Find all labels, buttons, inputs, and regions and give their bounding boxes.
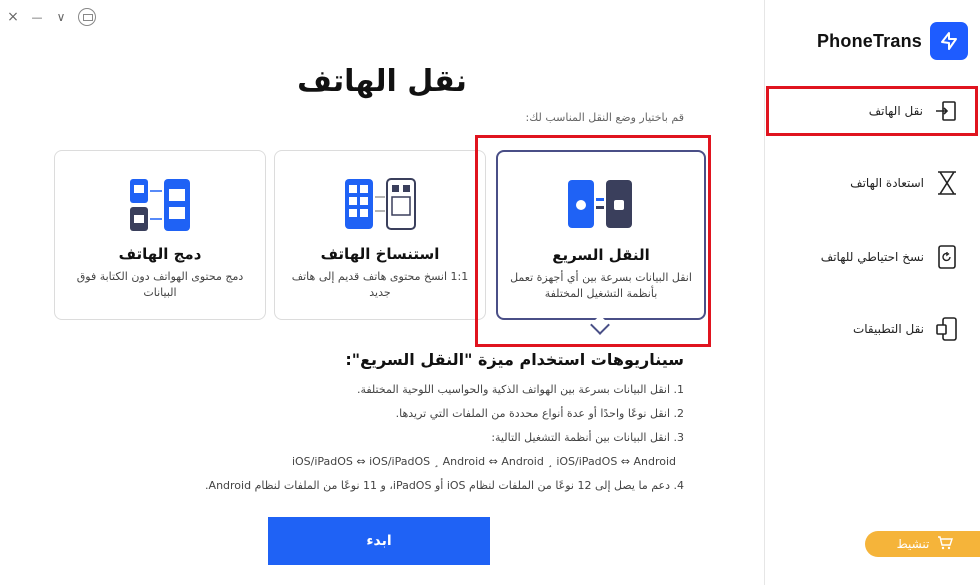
card-phone-clone[interactable]: استنساخ الهاتف 1:1 انسخ محتوى هاتف قديم … — [274, 150, 486, 320]
mode-cards: دمج الهاتف دمج محتوى الهواتف دون الكتابة… — [54, 150, 706, 322]
merge-illustration-icon — [128, 177, 192, 237]
sidebar-item-label: استعادة الهاتف — [850, 176, 924, 190]
sidebar-item-label: نقل الهاتف — [868, 104, 923, 118]
scenario-item: 3. انقل البيانات بين أنظمة التشغيل التال… — [491, 431, 684, 444]
card-phone-merge[interactable]: دمج الهاتف دمج محتوى الهواتف دون الكتابة… — [54, 150, 266, 320]
app-window: × — ∨ نقل الهاتف قم باختيار وضع النقل ال… — [0, 0, 980, 585]
cart-icon — [937, 535, 954, 553]
card-title: دمج الهاتف — [118, 245, 202, 263]
transfer-icon — [933, 98, 959, 124]
mail-icon[interactable] — [78, 8, 96, 26]
activate-label: تنشيط — [896, 537, 930, 551]
scenarios-heading: سيناريوهات استخدام ميزة "النقل السريع": — [345, 350, 684, 369]
sidebar-item-label: نقل التطبيقات — [852, 322, 924, 336]
card-quick-transfer[interactable]: النقل السريع انقل البيانات بسرعة بين أي … — [496, 150, 706, 320]
card-desc: دمج محتوى الهواتف دون الكتابة فوق البيان… — [76, 270, 244, 299]
card-title: استنساخ الهاتف — [320, 245, 440, 263]
card-desc: 1:1 انسخ محتوى هاتف قديم إلى هاتف جديد — [291, 270, 469, 299]
brand: PhoneTrans — [817, 22, 968, 60]
page-title: نقل الهاتف — [297, 64, 467, 99]
sidebar-item-phone-backup[interactable]: نسخ احتياطي للهاتف — [766, 232, 976, 282]
chevron-down-icon[interactable]: ∨ — [54, 10, 68, 24]
sidebar-item-label: نسخ احتياطي للهاتف — [820, 250, 924, 264]
apps-icon — [934, 316, 960, 342]
card-title: النقل السريع — [552, 246, 650, 264]
card-desc: انقل البيانات بسرعة بين أي أجهزة تعمل بأ… — [510, 271, 692, 300]
hourglass-icon — [934, 170, 960, 196]
start-button[interactable]: ابدء — [268, 517, 490, 565]
window-controls: × — ∨ — [6, 8, 96, 26]
scenario-item: 4. دعم ما يصل إلى 12 نوعًا من الملفات لن… — [205, 479, 684, 492]
scenarios-section: سيناريوهات استخدام ميزة "النقل السريع": … — [164, 350, 684, 498]
sidebar-item-phone-transfer[interactable]: نقل الهاتف — [766, 86, 978, 136]
scenario-os-list: iOS/iPadOS ⇔ iOS/iPadOS ¸ Android ⇔ Andr… — [291, 455, 677, 468]
minimize-icon[interactable]: — — [30, 11, 44, 24]
scenario-item: 1. انقل البيانات بسرعة بين الهواتف الذكي… — [356, 383, 684, 396]
activate-button[interactable]: تنشيط — [865, 531, 980, 557]
page-subtitle: قم باختيار وضع النقل المناسب لك: — [525, 111, 685, 124]
quick-transfer-illustration-icon — [566, 178, 636, 234]
brand-name: PhoneTrans — [816, 30, 922, 51]
sidebar-item-phone-restore[interactable]: استعادة الهاتف — [766, 158, 976, 208]
sidebar-item-app-transfer[interactable]: نقل التطبيقات — [766, 304, 976, 354]
clone-illustration-icon — [343, 177, 417, 235]
sidebar: PhoneTrans نقل الهاتف استعادة الهاتف نسخ… — [764, 0, 980, 585]
backup-icon — [934, 244, 960, 270]
scenario-item: 2. انقل نوعًا واحدًا أو عدة أنواع محددة … — [395, 407, 684, 420]
close-icon[interactable]: × — [6, 9, 20, 25]
phonetrans-logo-icon — [930, 22, 968, 60]
